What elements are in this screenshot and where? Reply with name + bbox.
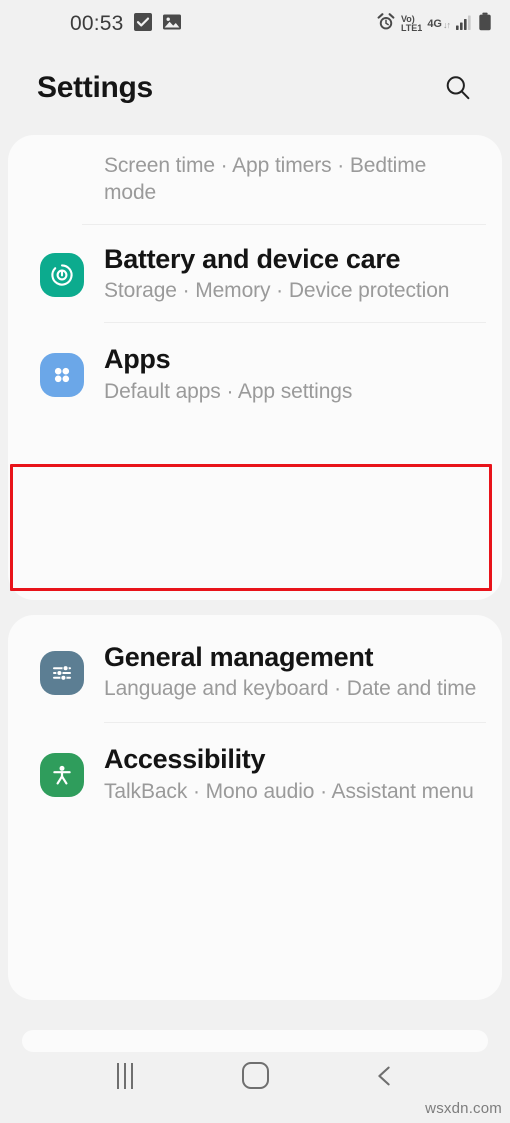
row-title: Accessibility — [104, 744, 266, 775]
status-bar-clock: 00:53 — [70, 12, 124, 35]
row-text: Accessibility TalkBack · Mono audio · As… — [94, 743, 480, 805]
row-subtitle: Screen time · App timers · Bedtime mode — [104, 153, 427, 204]
settings-row-apps[interactable]: Apps Default apps · App settings — [8, 323, 502, 427]
status-bar-right: Vo) LTE1 4G ↓↑ — [376, 12, 492, 37]
row-title: General management — [104, 642, 374, 672]
battery-icon — [478, 12, 492, 37]
phone-screen: 00:53 Vo) LTE1 4G ↓↑ Settings Screen tim… — [0, 0, 510, 1123]
row-icon-slot — [30, 243, 94, 305]
apps-grid-icon — [40, 353, 84, 398]
settings-card-2: General management Language and keyboard… — [8, 615, 502, 1000]
row-title: Battery and device care — [104, 244, 401, 274]
signal-bars-icon — [455, 13, 473, 36]
back-icon[interactable] — [350, 1046, 420, 1106]
battery-care-icon — [40, 253, 84, 298]
row-text: General management Language and keyboard… — [94, 641, 480, 703]
row-text: Battery and device care Storage · Memory… — [94, 243, 480, 305]
row-title: Apps — [104, 344, 171, 375]
page-title: Settings — [37, 71, 153, 104]
accessibility-person-icon — [40, 753, 84, 798]
status-bar-left: 00:53 — [70, 12, 182, 37]
row-icon-slot — [30, 641, 94, 703]
recents-icon[interactable] — [90, 1046, 160, 1106]
settings-row-battery-and-device-care[interactable]: Battery and device care Storage · Memory… — [8, 225, 502, 324]
settings-list[interactable]: Screen time · App timers · Bedtime mode — [0, 128, 510, 1052]
row-text: Screen time · App timers · Bedtime mode — [94, 145, 480, 211]
status-bar: 00:53 Vo) LTE1 4G ↓↑ — [0, 0, 510, 48]
row-icon-slot — [30, 145, 94, 211]
search-icon[interactable] — [436, 66, 480, 110]
volte-icon: Vo) LTE1 — [400, 14, 423, 33]
recents-glyph — [117, 1062, 133, 1089]
home-glyph — [241, 1062, 269, 1089]
settings-row-general-management[interactable]: General management Language and keyboard… — [8, 615, 502, 724]
row-icon-slot — [30, 343, 94, 405]
home-icon[interactable] — [220, 1046, 290, 1106]
alarm-icon — [376, 12, 396, 37]
settings-card-1: Screen time · App timers · Bedtime mode — [8, 135, 502, 600]
network-4g-icon: 4G ↓↑ — [427, 17, 451, 30]
row-subtitle: TalkBack · Mono audio · Assistant menu — [104, 779, 474, 803]
image-icon — [162, 12, 182, 37]
watermark: wsxdn.com — [425, 1100, 502, 1117]
settings-row-accessibility[interactable]: Accessibility TalkBack · Mono audio · As… — [8, 723, 502, 831]
row-subtitle: Default apps · App settings — [104, 379, 353, 403]
settings-row-digital-wellbeing[interactable]: Screen time · App timers · Bedtime mode — [8, 135, 502, 225]
row-icon-slot — [30, 743, 94, 805]
sliders-icon — [40, 651, 84, 696]
checkbox-filled-icon — [133, 12, 153, 37]
app-bar: Settings — [0, 48, 510, 128]
row-subtitle: Language and keyboard · Date and time — [104, 677, 477, 701]
row-subtitle: Storage · Memory · Device protection — [104, 279, 450, 303]
row-text: Apps Default apps · App settings — [94, 343, 480, 405]
